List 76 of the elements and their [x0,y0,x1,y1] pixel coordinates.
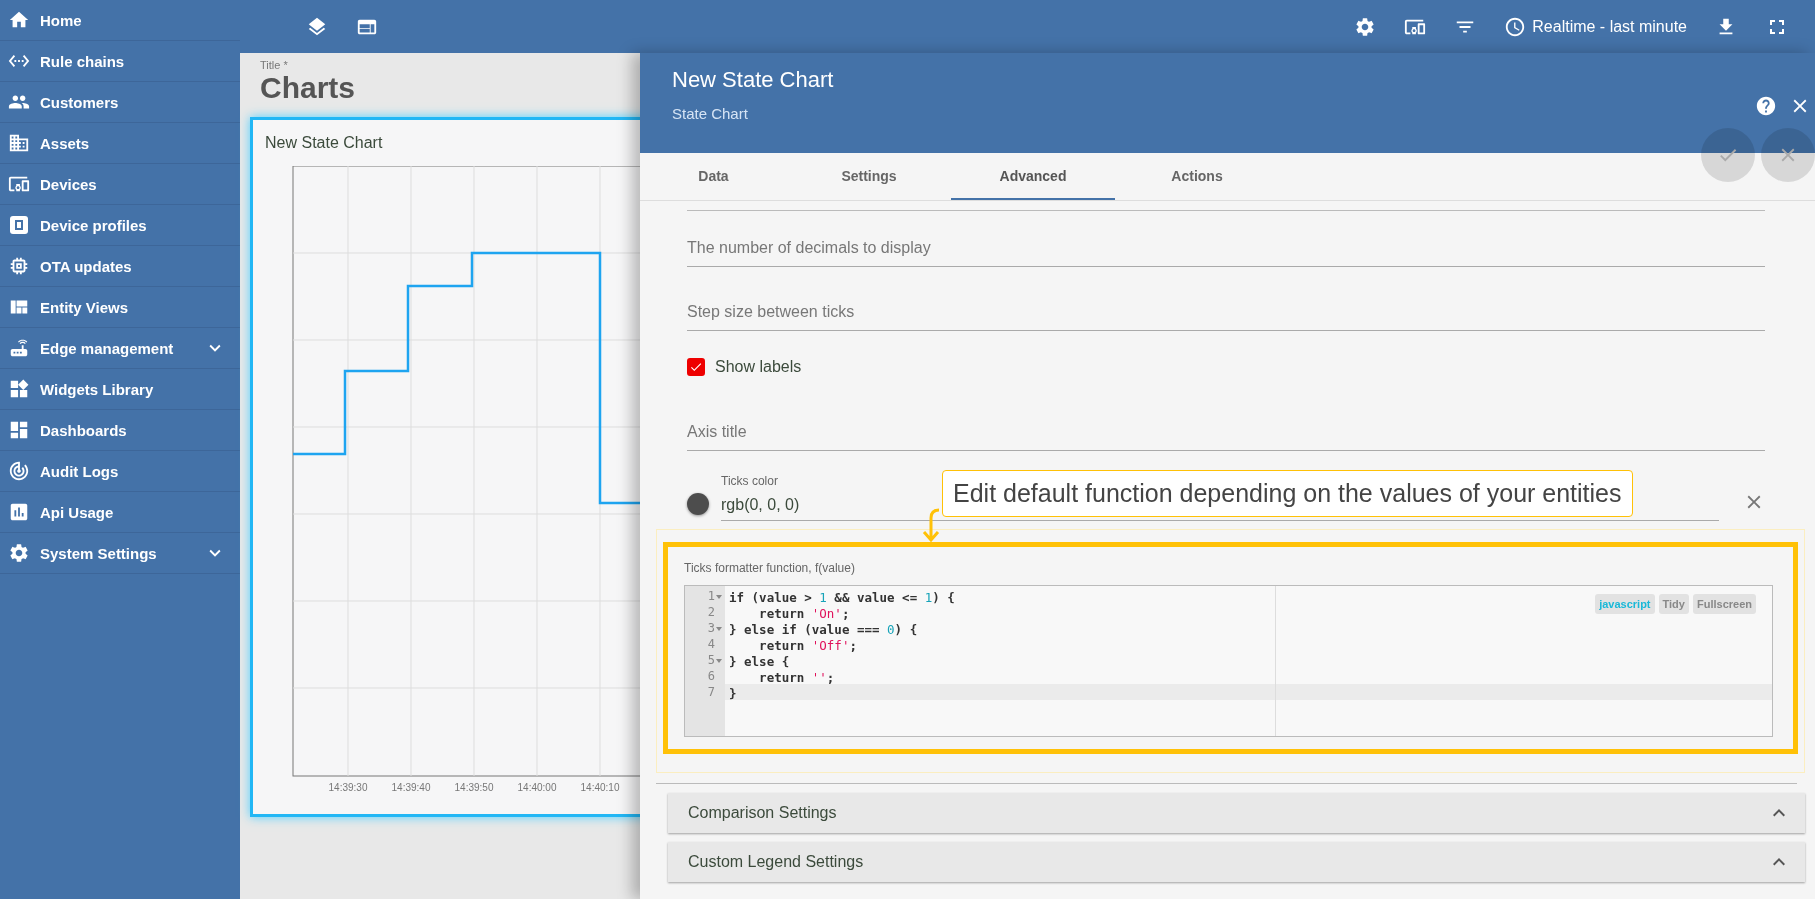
settings-icon [8,542,30,564]
x-axis-tick: 14:40:00 [517,782,557,793]
bar-chart-icon [8,501,30,523]
chip-icon [8,255,30,277]
panel-subtitle: State Chart [672,105,748,122]
accordion-header[interactable]: Comparison Settings [668,793,1805,833]
line-number: 5 [685,652,725,668]
cancel-button[interactable] [1761,128,1815,182]
building-icon [8,132,30,154]
line-number: 2 [706,604,716,620]
accordion-title: Custom Legend Settings [688,853,864,871]
timewindow-button[interactable]: Realtime - last minute [1490,15,1701,38]
code-line: if (value > 1 && value <= 1) { [729,590,955,605]
text-input[interactable]: The number of decimals to display [687,211,1765,267]
line-number: 3 [685,620,725,636]
code-line: return ''; [758,670,835,685]
code-line: return 'On'; [758,606,850,621]
code-field-label: Ticks formatter function, f(value) [684,561,856,575]
title-label: Title * [259,59,289,71]
sidebar-item[interactable]: OTA updates [0,246,240,287]
fold-caret-icon[interactable] [716,658,722,663]
router-icon [8,337,30,359]
sidebar-item[interactable]: Api Usage [0,492,240,533]
sidebar-item[interactable]: Customers [0,82,240,123]
dashboard-title: Charts [259,71,356,105]
tab[interactable]: Data [640,153,787,200]
x-axis-tick: 14:40:10 [580,782,620,793]
dashboard-icon [8,419,30,441]
code-line: return 'Off'; [758,638,857,653]
line-number: 1 [685,588,725,604]
target-icon [8,460,30,482]
sidebar-item[interactable]: Rule chains [0,41,240,82]
editor-button[interactable]: Tidy [1658,594,1689,614]
sidebar-item[interactable]: Home [0,0,240,41]
code-editor[interactable]: 1 2 3 4 5 6 7 if (value > 1 && value <= 1) { return 'On'; } else if (value === 0) { return 'Off'; } else { return ''; } javascript Tidy Fullscreen [684,585,1773,737]
widgets-icon [8,378,30,400]
panel-title: New State Chart [672,67,834,93]
x-axis-tick: 14:39:50 [454,782,494,793]
line-number: 7 [706,684,716,700]
sidebar-item[interactable]: Device profiles [0,205,240,246]
code-line: } else if (value === 0) { [729,622,918,637]
fold-caret-icon[interactable] [716,626,722,631]
settings-icon [1354,15,1377,38]
tab[interactable]: Advanced [951,153,1115,200]
editor-button[interactable]: Fullscreen [1692,594,1756,614]
sidebar-item[interactable]: Assets [0,123,240,164]
x-axis-tick: 14:39:40 [391,782,431,793]
line-number: 6 [706,668,716,684]
clock-icon [1504,15,1527,38]
text-input[interactable]: Axis title [687,395,1765,451]
accordion-title: Comparison Settings [688,804,837,822]
accordion-header[interactable]: Custom Legend Settings [668,842,1805,882]
code-line: } else { [729,654,790,669]
color-swatch[interactable] [687,493,709,515]
layers-icon [306,15,328,38]
profile-card-icon [8,214,30,236]
code-line: } [729,686,737,701]
sidebar-item[interactable]: Devices [0,164,240,205]
text-input[interactable]: Step size between ticks [687,275,1765,331]
help-icon [1755,95,1777,117]
sidebar-item[interactable]: Edge management [0,328,240,369]
tab[interactable]: Actions [1115,153,1279,200]
sidebar-item[interactable]: Dashboards [0,410,240,451]
x-axis-tick: 14:39:30 [328,782,368,793]
callout-tooltip: Edit default function depending on the values of your entities [942,470,1633,517]
checkbox-label: Show labels [715,358,802,376]
sidebar-item[interactable]: System Settings [0,533,240,574]
tab[interactable]: Settings [787,153,951,200]
sidebar-item[interactable]: Widgets Library [0,369,240,410]
sidebar-item[interactable]: Entity Views [0,287,240,328]
sidebar-item[interactable]: Audit Logs [0,451,240,492]
widget-title: New State Chart [265,134,384,152]
apply-button[interactable] [1701,128,1755,182]
fold-caret-icon[interactable] [716,594,722,599]
checkbox[interactable] [687,358,705,376]
line-number: 4 [706,636,716,652]
